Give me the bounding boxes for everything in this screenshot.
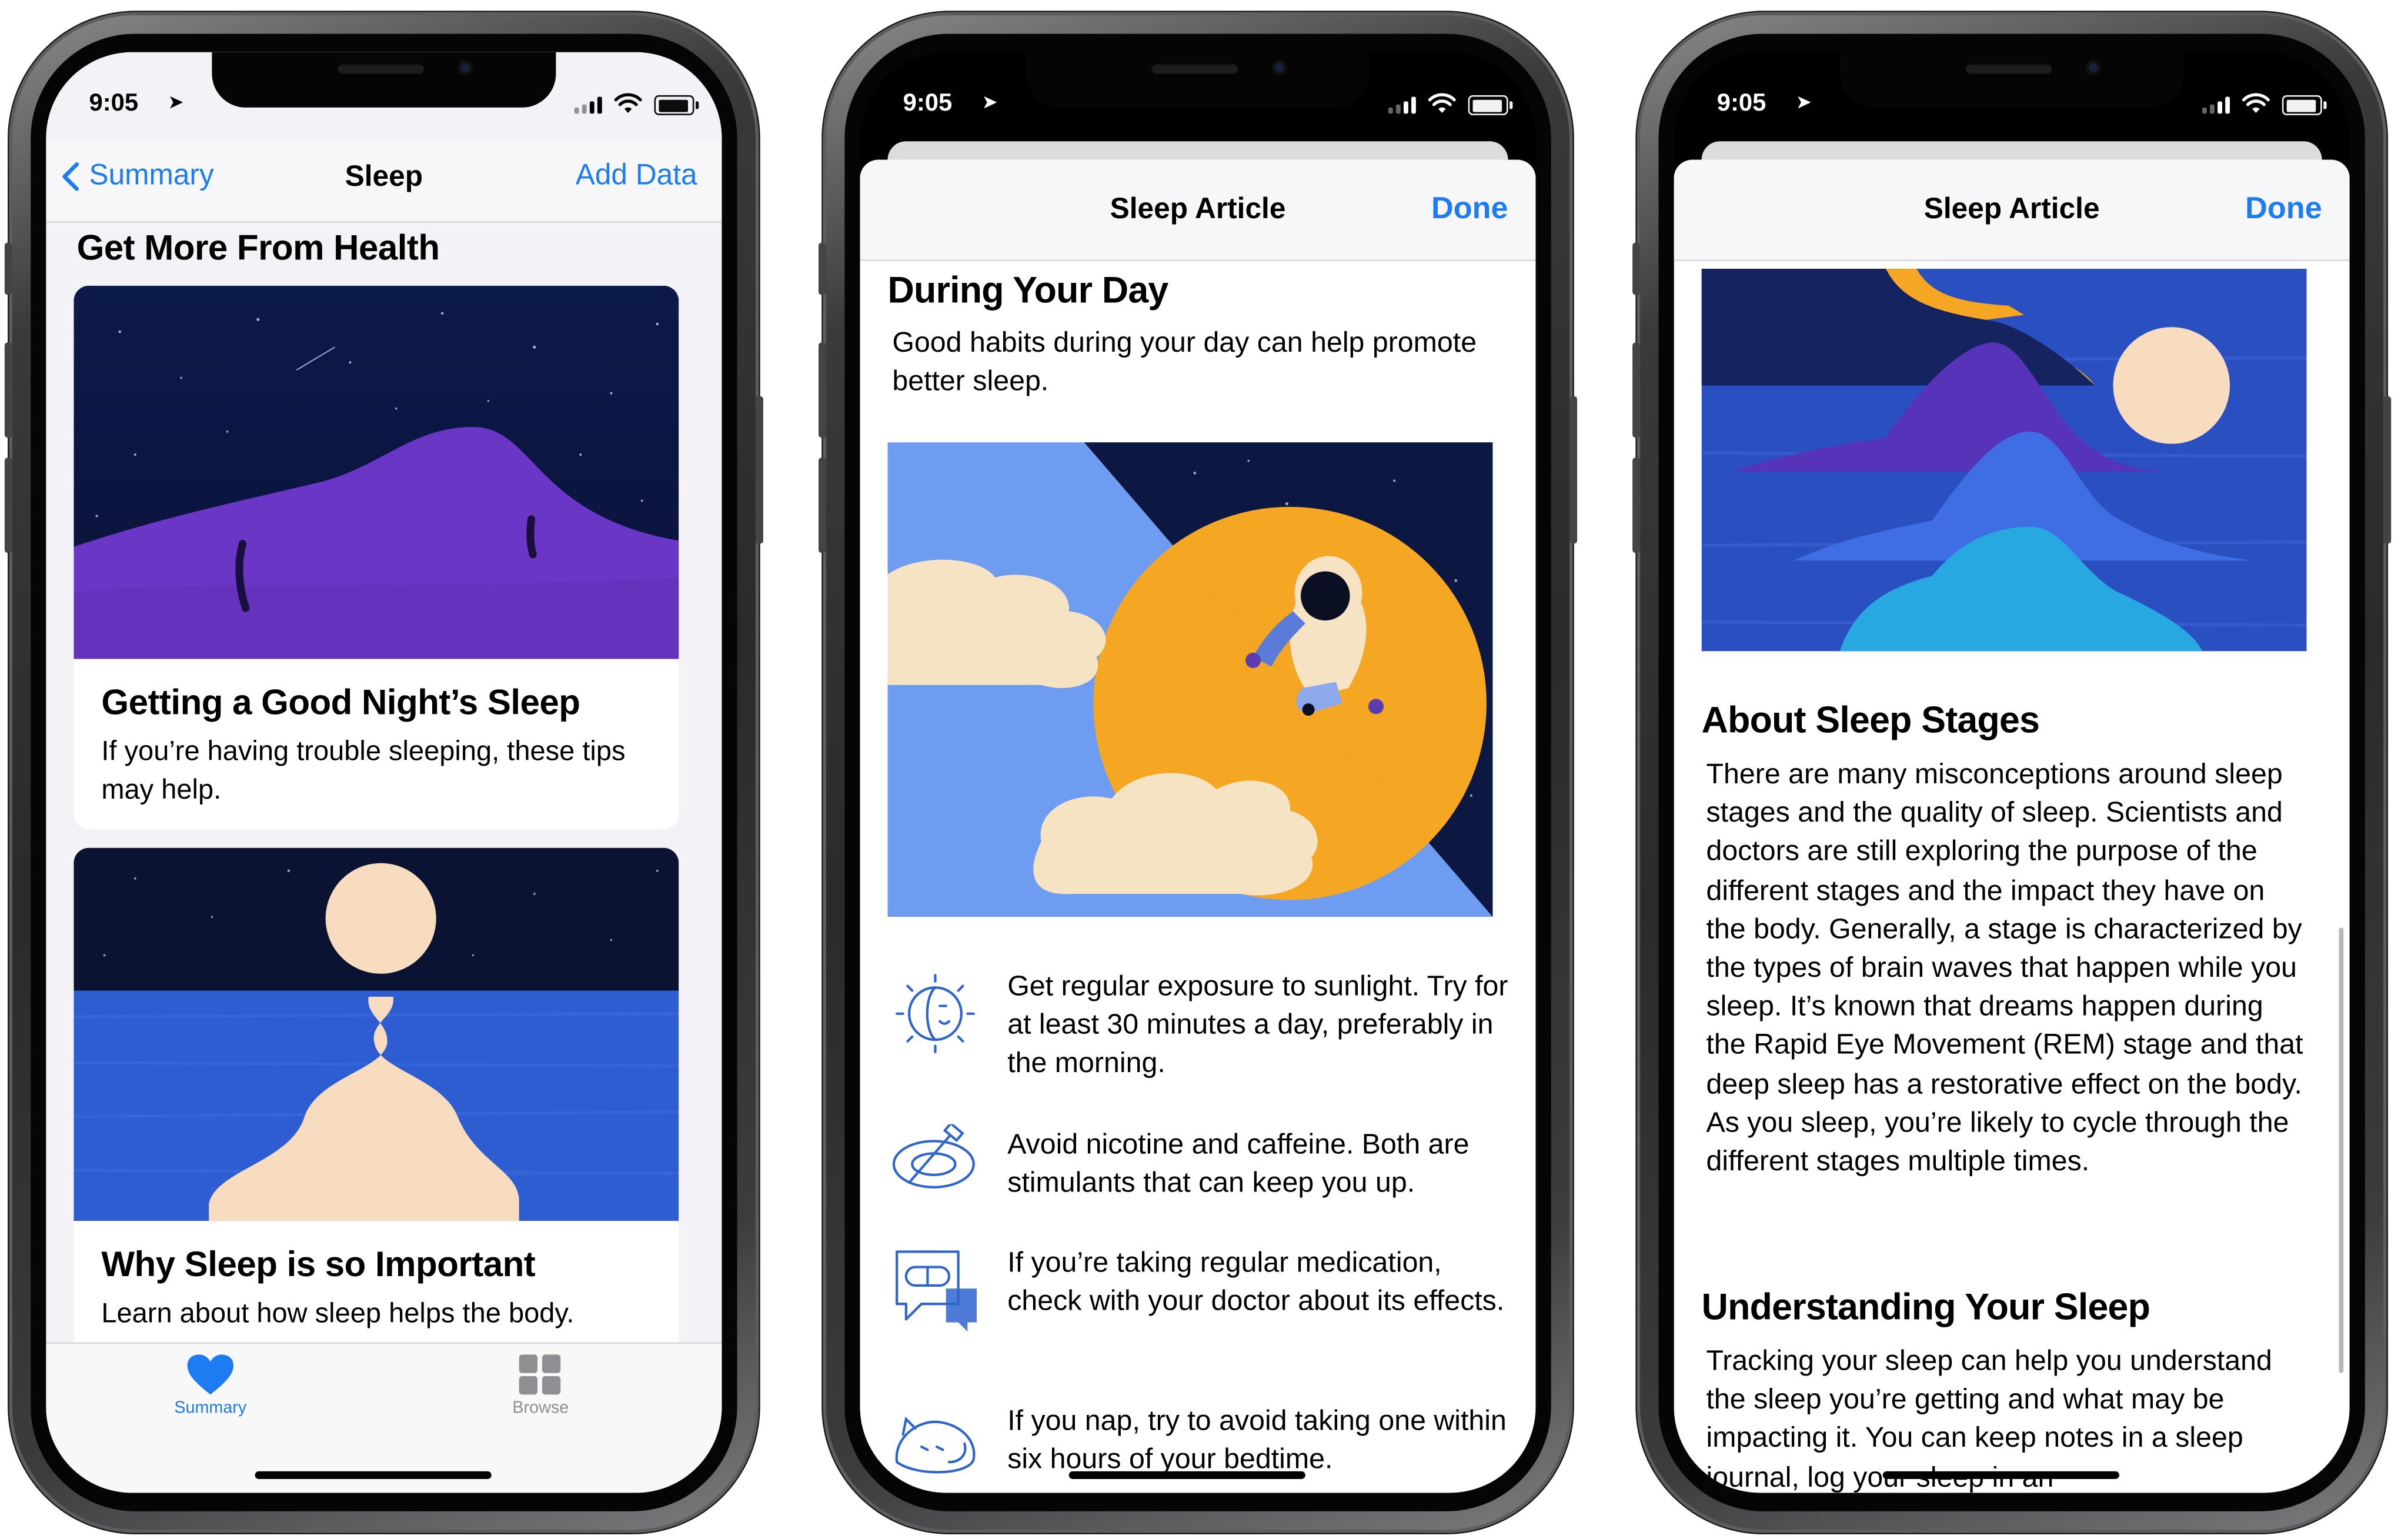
tip-medication: If you’re taking regular medication, che…: [888, 1243, 1515, 1366]
tab-label: Browse: [512, 1399, 569, 1418]
tab-label: Summary: [174, 1399, 247, 1418]
scroll-indicator[interactable]: [2339, 927, 2344, 1373]
section-heading: About Sleep Stages: [1701, 700, 2040, 742]
status-time: 9:05: [89, 91, 139, 117]
status-bar: 9:05 ➤: [860, 52, 1535, 141]
moon-reflection-illustration: [74, 847, 679, 1221]
section-body: Tracking your sleep can help you underst…: [1706, 1344, 2272, 1493]
status-bar: 9:05 ➤: [1674, 52, 2350, 141]
phone-sleep-article-during-day: 9:05 ➤ Sleep Article Done During Your Day…: [818, 12, 1578, 1533]
section-title: Get More From Health: [76, 227, 440, 268]
navigation-bar: Summary Sleep Add Data: [46, 141, 722, 223]
home-indicator: [1068, 1471, 1305, 1479]
heart-icon: [187, 1354, 233, 1395]
cellular-signal-icon: [574, 96, 605, 114]
phone-sleep-summary: 9:05 ➤ Summary Sleep Add Data Get More Fr…: [4, 12, 763, 1533]
sleeping-cat-icon: [895, 1416, 976, 1474]
screen: 9:05 ➤ Sleep Article Done About Sleep St…: [1674, 52, 2350, 1493]
location-arrow-icon: ➤: [169, 94, 183, 112]
card-title: Getting a Good Night’s Sleep: [101, 682, 580, 722]
battery-icon: [654, 95, 699, 115]
sheet-header: Sleep Article Done: [860, 159, 1536, 261]
sun-face-icon: [896, 974, 975, 1054]
section-heading: Understanding Your Sleep: [1701, 1287, 2150, 1329]
location-arrow-icon: ➤: [1796, 94, 1811, 112]
done-button[interactable]: Done: [2245, 192, 2322, 227]
tip-sunlight: Get regular exposure to sunlight. Try fo…: [888, 966, 1515, 1089]
sheet-header: Sleep Article Done: [1674, 159, 2350, 261]
article-intro: Good habits during your day can help pro…: [892, 325, 1477, 397]
article-sheet: Sleep Article Done About Sleep Stages Th…: [1674, 159, 2350, 1493]
status-time: 9:05: [903, 91, 953, 117]
location-arrow-icon: ➤: [983, 94, 997, 112]
add-data-button[interactable]: Add Data: [576, 160, 697, 193]
pill-chat-icon: [896, 1250, 977, 1332]
card-title: Why Sleep is so Important: [101, 1244, 536, 1284]
home-indicator: [1882, 1471, 2120, 1479]
article-card-why-sleep-important[interactable]: Why Sleep is so Important Learn about ho…: [74, 847, 679, 1370]
tip-nicotine-caffeine: Avoid nicotine and caffeine. Both are st…: [888, 1124, 1515, 1217]
tip-text: Get regular exposure to sunlight. Try fo…: [1007, 969, 1508, 1079]
cellular-signal-icon: [1388, 96, 1419, 114]
home-indicator: [255, 1471, 492, 1479]
grid-icon: [519, 1354, 561, 1395]
tab-summary[interactable]: Summary: [141, 1353, 279, 1418]
article-card-good-nights-sleep[interactable]: Getting a Good Night’s Sleep If you’re h…: [74, 285, 679, 830]
article-sheet: Sleep Article Done During Your Day Good …: [860, 159, 1536, 1493]
wifi-icon: [614, 93, 642, 113]
person-on-sun-illustration: [887, 442, 1493, 917]
tip-text: If you’re taking regular medication, che…: [1007, 1246, 1505, 1317]
screen: 9:05 ➤ Summary Sleep Add Data Get More Fr…: [46, 52, 722, 1493]
screen: 9:05 ➤ Sleep Article Done During Your Day…: [860, 52, 1536, 1493]
cellular-signal-icon: [2202, 96, 2233, 114]
status-time: 9:05: [1716, 91, 1766, 117]
battery-icon: [2282, 95, 2327, 115]
battery-icon: [1468, 95, 1513, 115]
tab-browse[interactable]: Browse: [472, 1353, 610, 1418]
status-bar: 9:05 ➤: [46, 52, 722, 141]
tab-bar: Summary Browse: [46, 1342, 722, 1493]
coffee-cigarette-icon: [892, 1124, 975, 1189]
sleep-stages-illustration: [1701, 269, 2307, 652]
wifi-icon: [1428, 93, 1456, 113]
tip-text: Avoid nicotine and caffeine. Both are st…: [1007, 1127, 1469, 1199]
section-body: There are many misconceptions around sle…: [1706, 757, 2303, 1177]
wifi-icon: [2242, 93, 2270, 113]
tip-text: If you nap, try to avoid taking one with…: [1007, 1404, 1507, 1475]
screenshot-stage: 9:05 ➤ Summary Sleep Add Data Get More Fr…: [0, 0, 2408, 1539]
sleeping-face-illustration: [74, 285, 679, 659]
phone-sleep-article-stages: 9:05 ➤ Sleep Article Done About Sleep St…: [1632, 12, 2392, 1533]
article-heading: During Your Day: [887, 270, 1169, 312]
done-button[interactable]: Done: [1431, 192, 1508, 227]
card-subtitle: Learn about how sleep helps the body.: [101, 1297, 575, 1329]
card-subtitle: If you’re having trouble sleeping, these…: [101, 735, 626, 805]
